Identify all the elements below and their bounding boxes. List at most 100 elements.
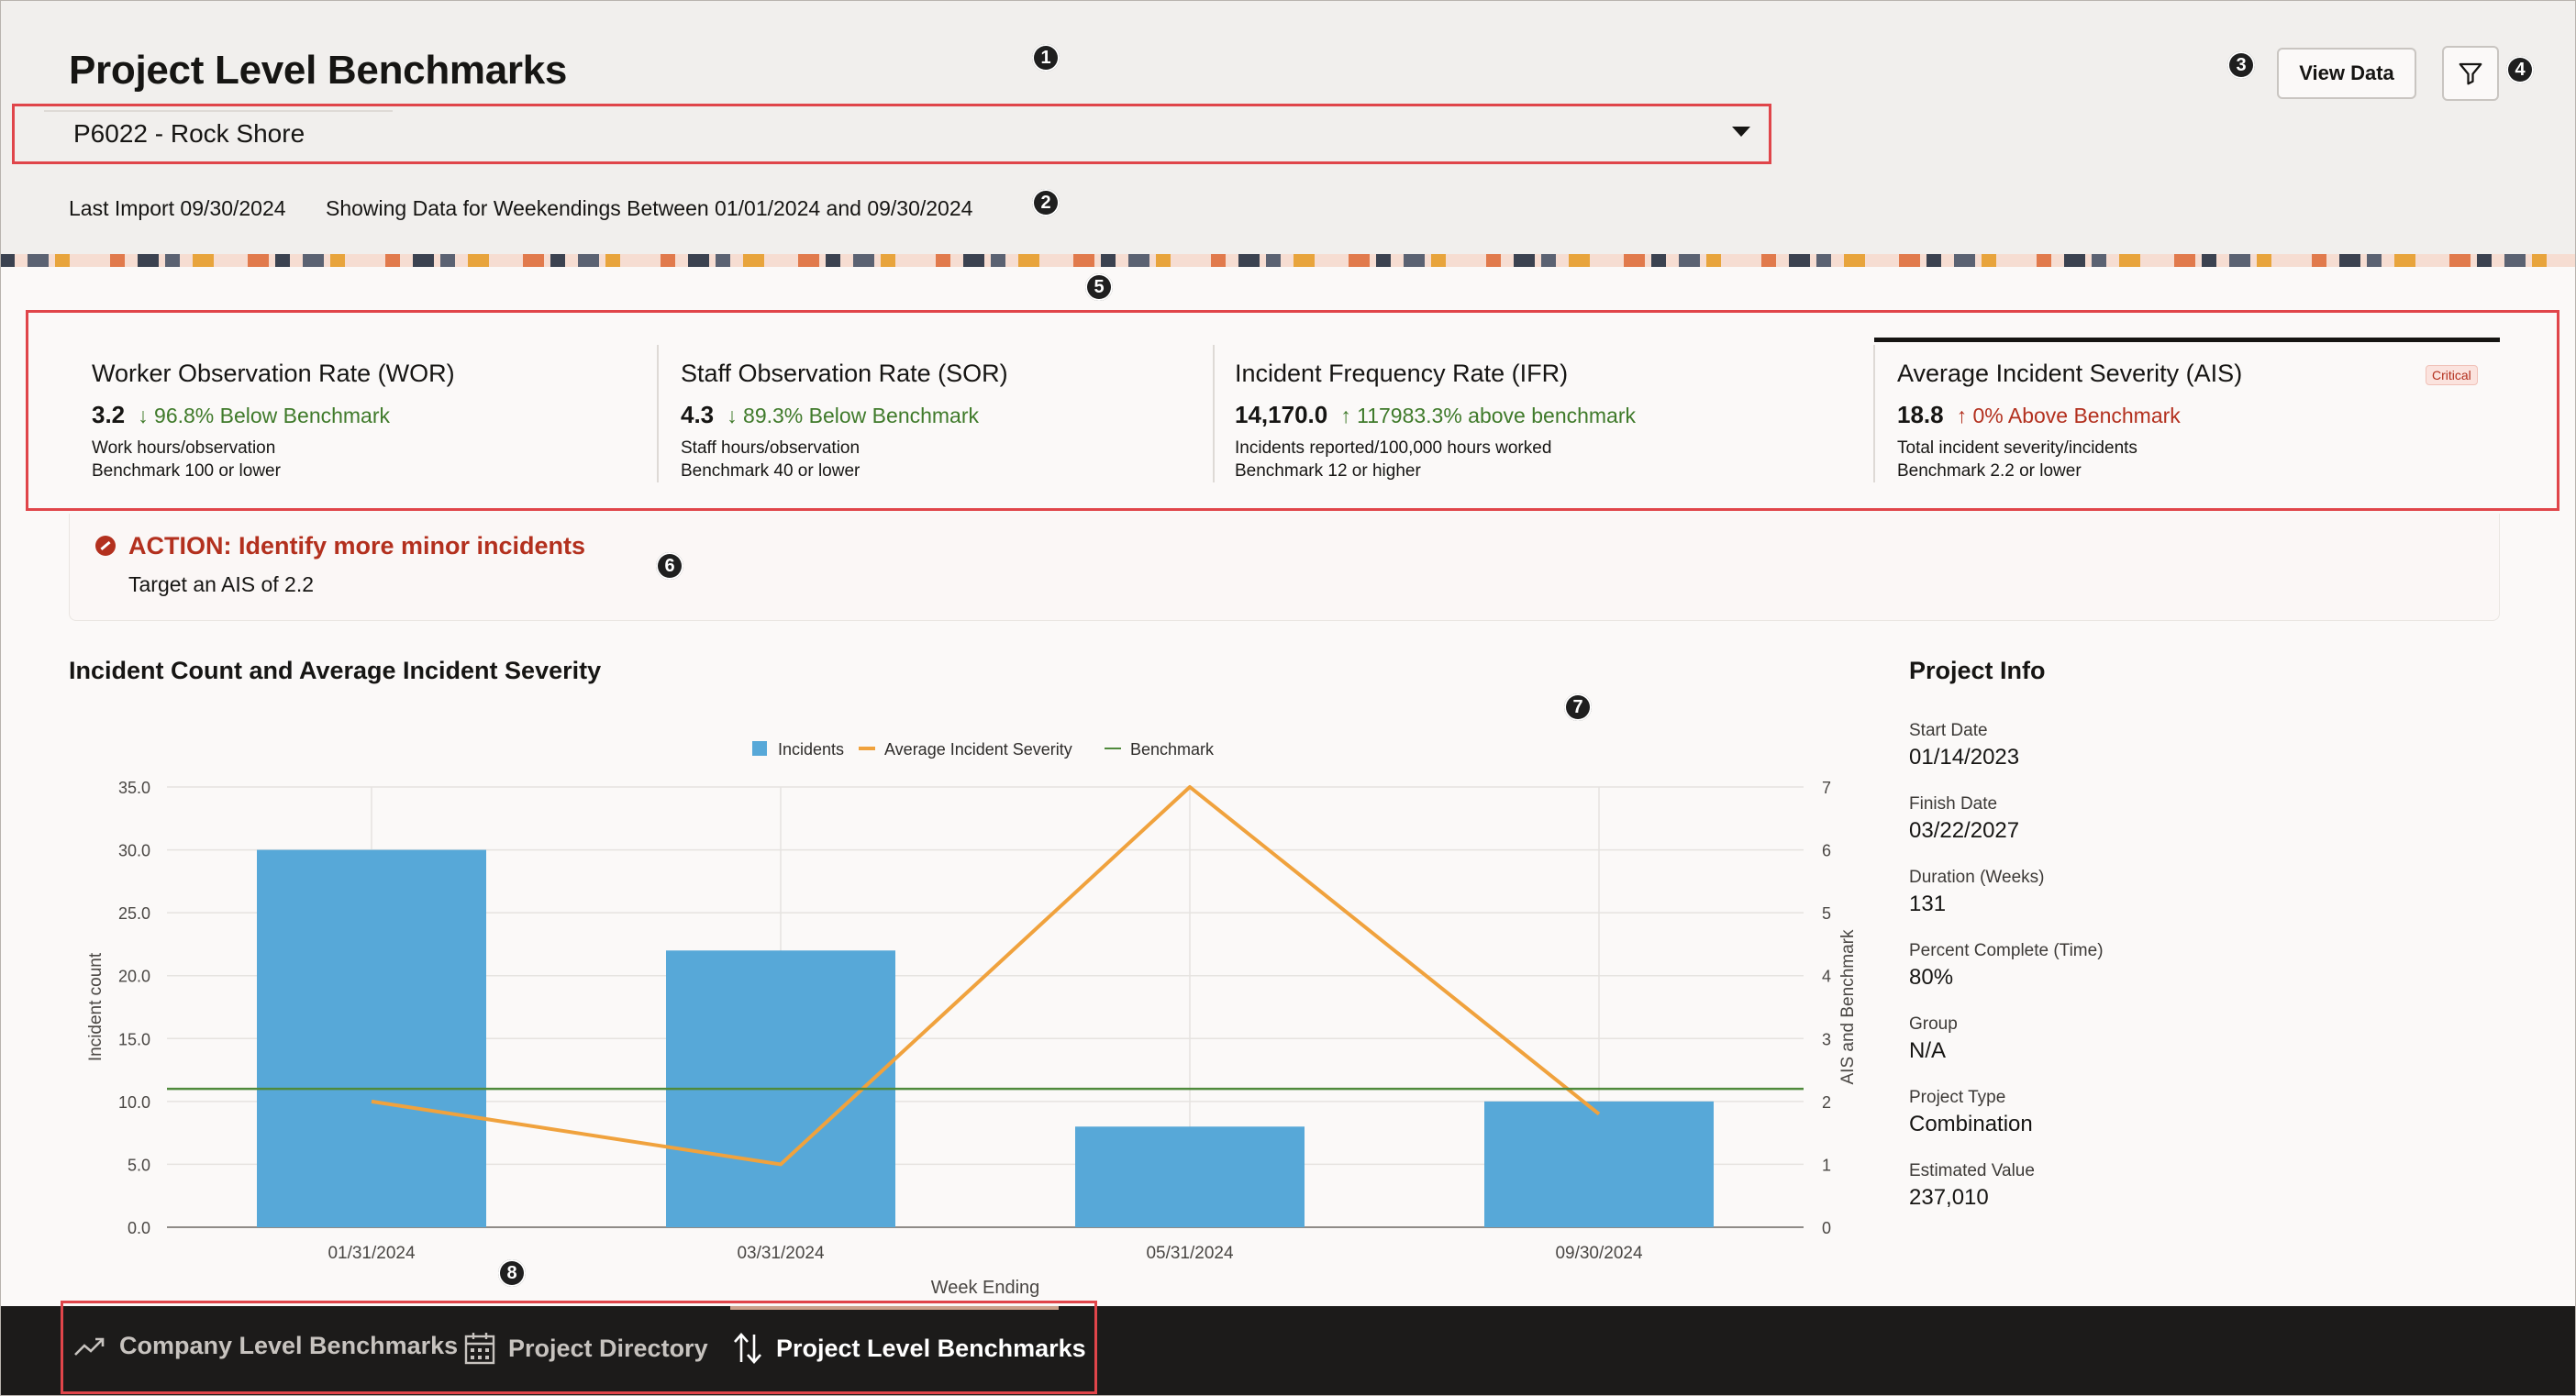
legend-label: Average Incident Severity xyxy=(884,740,1072,759)
banner-shape xyxy=(2477,254,2492,267)
y-tick-label: 20.0 xyxy=(118,968,150,986)
callout-3: 3 xyxy=(2227,51,2255,79)
banner-shape xyxy=(358,254,379,267)
banner-shape xyxy=(2504,254,2526,267)
legend-swatch-incidents xyxy=(752,741,767,756)
banner-shape xyxy=(1926,254,1941,267)
banner-shape xyxy=(1706,254,1721,267)
project-info-item: Group N/A xyxy=(1909,1014,2104,1064)
banner-shape xyxy=(1514,254,1535,267)
y-tick-label: 15.0 xyxy=(118,1030,150,1048)
banner-shape xyxy=(0,254,15,267)
project-info-item: Finish Date 03/22/2027 xyxy=(1909,794,2104,844)
banner-shape xyxy=(2174,254,2195,267)
banner-shape xyxy=(991,254,1005,267)
banner-shape xyxy=(1871,254,1886,267)
banner-shape xyxy=(605,254,620,267)
banner-shape xyxy=(908,254,929,267)
y2-tick-label: 7 xyxy=(1822,779,1831,797)
banner-shape xyxy=(798,254,819,267)
banner-shape xyxy=(1101,254,1116,267)
view-data-button[interactable]: View Data xyxy=(2277,48,2416,99)
banner-shape xyxy=(1734,254,1755,267)
metrics-highlight xyxy=(26,310,2559,511)
incident-chart: 0.0 5.0 10.0 15.0 20.0 25.0 30.0 35.0 0 1 2 3 4 5 6 7 01… xyxy=(86,740,1858,1298)
callout-8: 8 xyxy=(498,1259,526,1287)
blocked-icon xyxy=(95,536,116,556)
banner-shape xyxy=(2532,254,2547,267)
banner-shape xyxy=(1679,254,1700,267)
info-value: 237,010 xyxy=(1909,1185,1989,1210)
x-tick-label: 09/30/2024 xyxy=(1555,1244,1643,1263)
banner-shape xyxy=(220,254,235,267)
banner-shape xyxy=(1541,254,1556,267)
callout-1: 1 xyxy=(1032,44,1060,72)
banner-shape xyxy=(2394,254,2415,267)
banner-shape xyxy=(2092,254,2106,267)
banner-shape xyxy=(1789,254,1810,267)
info-value: N/A xyxy=(1909,1038,1947,1063)
banner-shape xyxy=(138,254,159,267)
callout-4: 4 xyxy=(2506,56,2534,83)
banner-shape xyxy=(2229,254,2250,267)
banner-shape xyxy=(771,254,785,267)
y-tick-label: 0.0 xyxy=(128,1219,150,1237)
x-axis-title: Week Ending xyxy=(931,1278,1040,1298)
banner-shape xyxy=(2367,254,2382,267)
footer-nav-highlight xyxy=(61,1301,1097,1394)
banner-shape xyxy=(1844,254,1865,267)
banner-shape xyxy=(1486,254,1501,267)
banner-shape xyxy=(936,254,950,267)
banner-shape xyxy=(413,254,434,267)
x-tick-label: 05/31/2024 xyxy=(1146,1244,1234,1263)
y2-tick-label: 5 xyxy=(1822,904,1831,923)
project-info-item: Start Date 01/14/2023 xyxy=(1909,721,2104,770)
banner-shape xyxy=(2202,254,2216,267)
banner-shape xyxy=(83,254,104,267)
banner-shape xyxy=(2449,254,2471,267)
page-title: Project Level Benchmarks xyxy=(69,48,568,93)
banner-shape xyxy=(578,254,599,267)
banner-shape xyxy=(2422,254,2437,267)
banner-shape xyxy=(2037,254,2051,267)
banner-shape xyxy=(248,254,269,267)
filter-icon xyxy=(2459,62,2482,85)
callout-5: 5 xyxy=(1085,273,1113,301)
project-info-item: Estimated Value 237,010 xyxy=(1909,1161,2104,1211)
banner-shape xyxy=(1431,254,1446,267)
banner-shape xyxy=(2119,254,2140,267)
banner-shape xyxy=(1156,254,1171,267)
banner-shape xyxy=(275,254,290,267)
banner-shape xyxy=(440,254,455,267)
callout-6: 6 xyxy=(656,552,683,580)
banner-shape xyxy=(661,254,675,267)
info-value: 80% xyxy=(1909,965,1954,990)
filter-button[interactable] xyxy=(2442,46,2499,101)
banner-shape xyxy=(1349,254,1370,267)
action-panel xyxy=(69,514,2500,621)
last-import-text: Last Import 09/30/2024 xyxy=(69,196,286,220)
banner-shape xyxy=(110,254,125,267)
banner-shape xyxy=(1238,254,1260,267)
bar-incidents xyxy=(257,849,486,1227)
banner-shape xyxy=(688,254,709,267)
banner-shape xyxy=(853,254,874,267)
banner-shape xyxy=(1816,254,1831,267)
banner-shape xyxy=(1954,254,1975,267)
banner-shape xyxy=(1459,254,1480,267)
banner-shape xyxy=(881,254,895,267)
legend-label: Incidents xyxy=(778,740,844,759)
y2-tick-label: 6 xyxy=(1822,842,1831,860)
banner-shape xyxy=(193,254,214,267)
y-tick-label: 25.0 xyxy=(118,904,150,923)
project-selector-highlight[interactable] xyxy=(12,104,1771,164)
showing-data-text: Showing Data for Weekendings Between 01/… xyxy=(326,196,973,220)
callout-2: 2 xyxy=(1032,189,1060,216)
banner-shape xyxy=(1404,254,1425,267)
action-title: ACTION: Identify more minor incidents xyxy=(128,532,586,560)
banner-shape xyxy=(1376,254,1391,267)
info-value: 131 xyxy=(1909,892,1947,916)
banner-shape xyxy=(2339,254,2360,267)
banner-shape xyxy=(385,254,400,267)
banner-shape xyxy=(1899,254,1920,267)
